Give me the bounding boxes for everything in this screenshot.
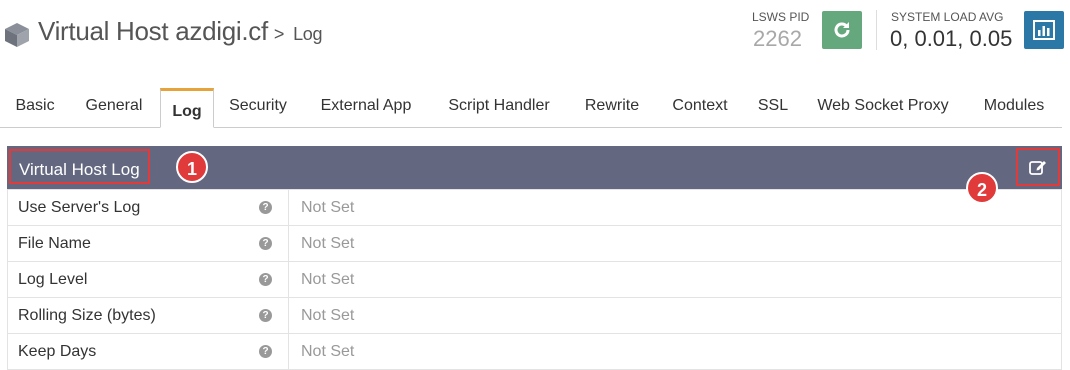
table-row: Use Server's Log? Not Set xyxy=(7,189,1062,226)
edit-button[interactable] xyxy=(1016,148,1060,186)
panel-title: Virtual Host Log xyxy=(9,149,150,184)
tab-ssl[interactable]: SSL xyxy=(750,86,796,126)
row-value: Not Set xyxy=(288,297,1062,334)
row-label-text: Log Level xyxy=(18,270,88,288)
row-value: Not Set xyxy=(288,261,1062,298)
row-value: Not Set xyxy=(288,225,1062,262)
row-label: File Name? xyxy=(7,225,289,262)
row-label: Log Level? xyxy=(7,261,289,298)
page-header: Virtual Host azdigi.cf > Log LSWS PID 226… xyxy=(0,0,1070,80)
annotation-badge-2: 2 xyxy=(966,172,998,204)
row-label-text: Use Server's Log xyxy=(18,198,141,216)
header-divider xyxy=(876,10,877,50)
help-icon[interactable]: ? xyxy=(259,273,272,286)
row-label: Keep Days? xyxy=(7,333,289,370)
pid-value: 2262 xyxy=(753,26,802,51)
load-avg-label: SYSTEM LOAD AVG xyxy=(891,10,1004,24)
bar-chart-icon xyxy=(1033,20,1055,40)
table-row: File Name? Not Set xyxy=(7,225,1062,262)
help-icon[interactable]: ? xyxy=(259,201,272,214)
stats-button[interactable] xyxy=(1024,11,1064,49)
tab-modules[interactable]: Modules xyxy=(972,86,1056,126)
edit-icon xyxy=(1029,161,1046,175)
tab-rewrite[interactable]: Rewrite xyxy=(574,86,650,126)
row-value: Not Set xyxy=(288,189,1062,226)
restart-button[interactable] xyxy=(822,11,862,49)
panel-header: Virtual Host Log 1 xyxy=(7,146,1062,189)
page-title: Virtual Host azdigi.cf > Log xyxy=(38,16,323,47)
help-icon[interactable]: ? xyxy=(259,345,272,358)
page-title-main: Virtual Host azdigi.cf xyxy=(38,16,268,46)
tab-basic[interactable]: Basic xyxy=(4,86,66,126)
tab-general[interactable]: General xyxy=(76,86,152,126)
refresh-icon xyxy=(834,22,850,38)
tab-bar: Basic General Log Security External App … xyxy=(0,86,1062,128)
row-label: Use Server's Log? xyxy=(7,189,289,226)
tab-context[interactable]: Context xyxy=(662,86,738,126)
tab-external-app[interactable]: External App xyxy=(308,86,424,126)
log-settings-table: Use Server's Log? Not Set File Name? Not… xyxy=(7,189,1062,370)
load-avg-value: 0, 0.01, 0.05 xyxy=(890,26,1013,51)
row-label-text: Keep Days xyxy=(18,342,97,360)
virtual-host-log-panel: Virtual Host Log 1 2 Use Server's Log? N… xyxy=(7,146,1062,370)
row-value: Not Set xyxy=(288,333,1062,370)
cube-icon xyxy=(4,22,30,48)
table-row: Keep Days? Not Set xyxy=(7,333,1062,370)
row-label-text: File Name xyxy=(18,234,91,252)
table-row: Rolling Size (bytes)? Not Set xyxy=(7,297,1062,334)
tab-log[interactable]: Log xyxy=(160,88,214,128)
tab-security[interactable]: Security xyxy=(220,86,296,126)
tab-script-handler[interactable]: Script Handler xyxy=(436,86,562,126)
row-label-text: Rolling Size (bytes) xyxy=(18,306,156,324)
breadcrumb-current: Log xyxy=(293,24,323,44)
table-row: Log Level? Not Set xyxy=(7,261,1062,298)
help-icon[interactable]: ? xyxy=(259,237,272,250)
help-icon[interactable]: ? xyxy=(259,309,272,322)
tab-web-socket-proxy[interactable]: Web Socket Proxy xyxy=(806,86,960,126)
row-label: Rolling Size (bytes)? xyxy=(7,297,289,334)
annotation-badge-1: 1 xyxy=(176,151,208,183)
pid-label: LSWS PID xyxy=(752,10,810,24)
breadcrumb-separator: > xyxy=(273,24,285,44)
